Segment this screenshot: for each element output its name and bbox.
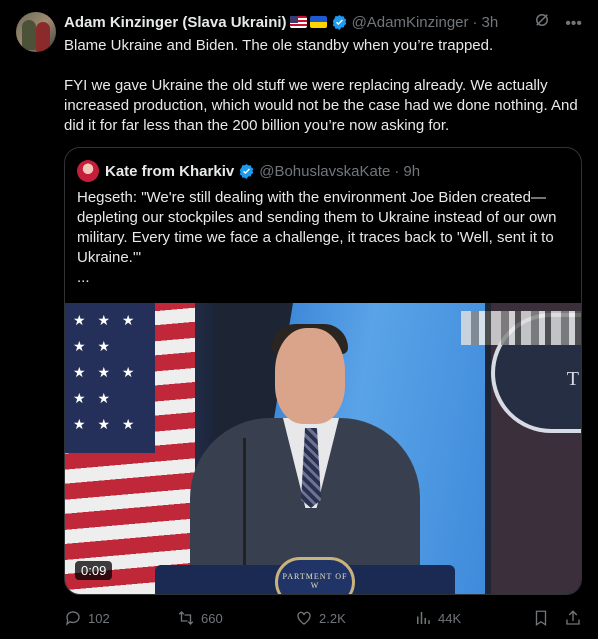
time-separator: · bbox=[394, 162, 400, 180]
share-icon bbox=[566, 610, 580, 625]
verified-icon bbox=[238, 163, 255, 180]
quote-author-avatar bbox=[77, 160, 99, 182]
views-icon bbox=[417, 612, 430, 624]
author-avatar[interactable] bbox=[16, 12, 56, 52]
like-icon bbox=[297, 611, 311, 625]
repost-icon bbox=[178, 611, 194, 625]
quote-body: Hegseth: "We're still dealing with the e… bbox=[77, 189, 557, 266]
repost-count: 660 bbox=[201, 610, 223, 626]
tweet-text: Blame Ukraine and Biden. The ole standby… bbox=[64, 36, 584, 156]
video-player[interactable]: T PARTMENT OF W 0:09 bbox=[65, 303, 581, 594]
views-count: 44K bbox=[438, 610, 462, 626]
bookmark-icon bbox=[535, 610, 547, 627]
author-handle[interactable]: @AdamKinzinger bbox=[352, 14, 469, 31]
verified-icon[interactable] bbox=[331, 14, 348, 31]
microphone-image bbox=[243, 438, 246, 578]
tweet-header: Adam Kinzinger (Slava Ukraini) @AdamKinz… bbox=[64, 11, 582, 33]
speaker-image bbox=[180, 324, 420, 594]
video-duration: 0:09 bbox=[75, 561, 113, 580]
reply-button[interactable]: 102 bbox=[64, 608, 110, 628]
author-display-name[interactable]: Adam Kinzinger (Slava Ukraini) bbox=[64, 14, 287, 31]
share-button[interactable] bbox=[564, 608, 582, 628]
tweet-paragraph: Blame Ukraine and Biden. The ole standby… bbox=[64, 37, 494, 54]
quote-ellipsis: ... bbox=[77, 269, 90, 286]
action-bar: 102 660 2.2K 44K bbox=[64, 608, 584, 628]
quote-author-display-name: Kate from Kharkiv bbox=[105, 162, 235, 180]
quote-time: 9h bbox=[403, 162, 421, 180]
quote-text: Hegseth: "We're still dealing with the e… bbox=[77, 188, 571, 288]
bookmark-button[interactable] bbox=[532, 608, 550, 628]
repost-button[interactable]: 660 bbox=[177, 608, 223, 628]
like-button[interactable]: 2.2K bbox=[295, 608, 346, 628]
quote-header: Kate from Kharkiv @BohuslavskaKate · 9h bbox=[77, 160, 421, 182]
grok-icon[interactable] bbox=[533, 11, 551, 36]
quote-author-handle: @BohuslavskaKate bbox=[259, 162, 391, 180]
reply-icon bbox=[65, 611, 80, 626]
podium-seal-text: PARTMENT OF W bbox=[282, 572, 348, 590]
views-button[interactable]: 44K bbox=[414, 608, 461, 628]
ukraine-flag-icon bbox=[309, 16, 327, 28]
more-icon[interactable]: ••• bbox=[565, 13, 582, 35]
tweet-time[interactable]: 3h bbox=[482, 14, 499, 31]
us-flag-icon bbox=[289, 16, 307, 28]
time-separator: · bbox=[472, 13, 478, 31]
podium-seal: PARTMENT OF W bbox=[275, 557, 355, 594]
us-flag-image bbox=[65, 303, 195, 594]
like-count: 2.2K bbox=[319, 610, 346, 626]
tweet-paragraph: FYI we gave Ukraine the old stuff we wer… bbox=[64, 77, 578, 134]
quoted-tweet[interactable]: Kate from Kharkiv @BohuslavskaKate · 9h … bbox=[64, 147, 582, 595]
seal-letter: T bbox=[566, 368, 579, 390]
pixelated-overlay bbox=[461, 311, 581, 345]
reply-count: 102 bbox=[88, 610, 110, 626]
